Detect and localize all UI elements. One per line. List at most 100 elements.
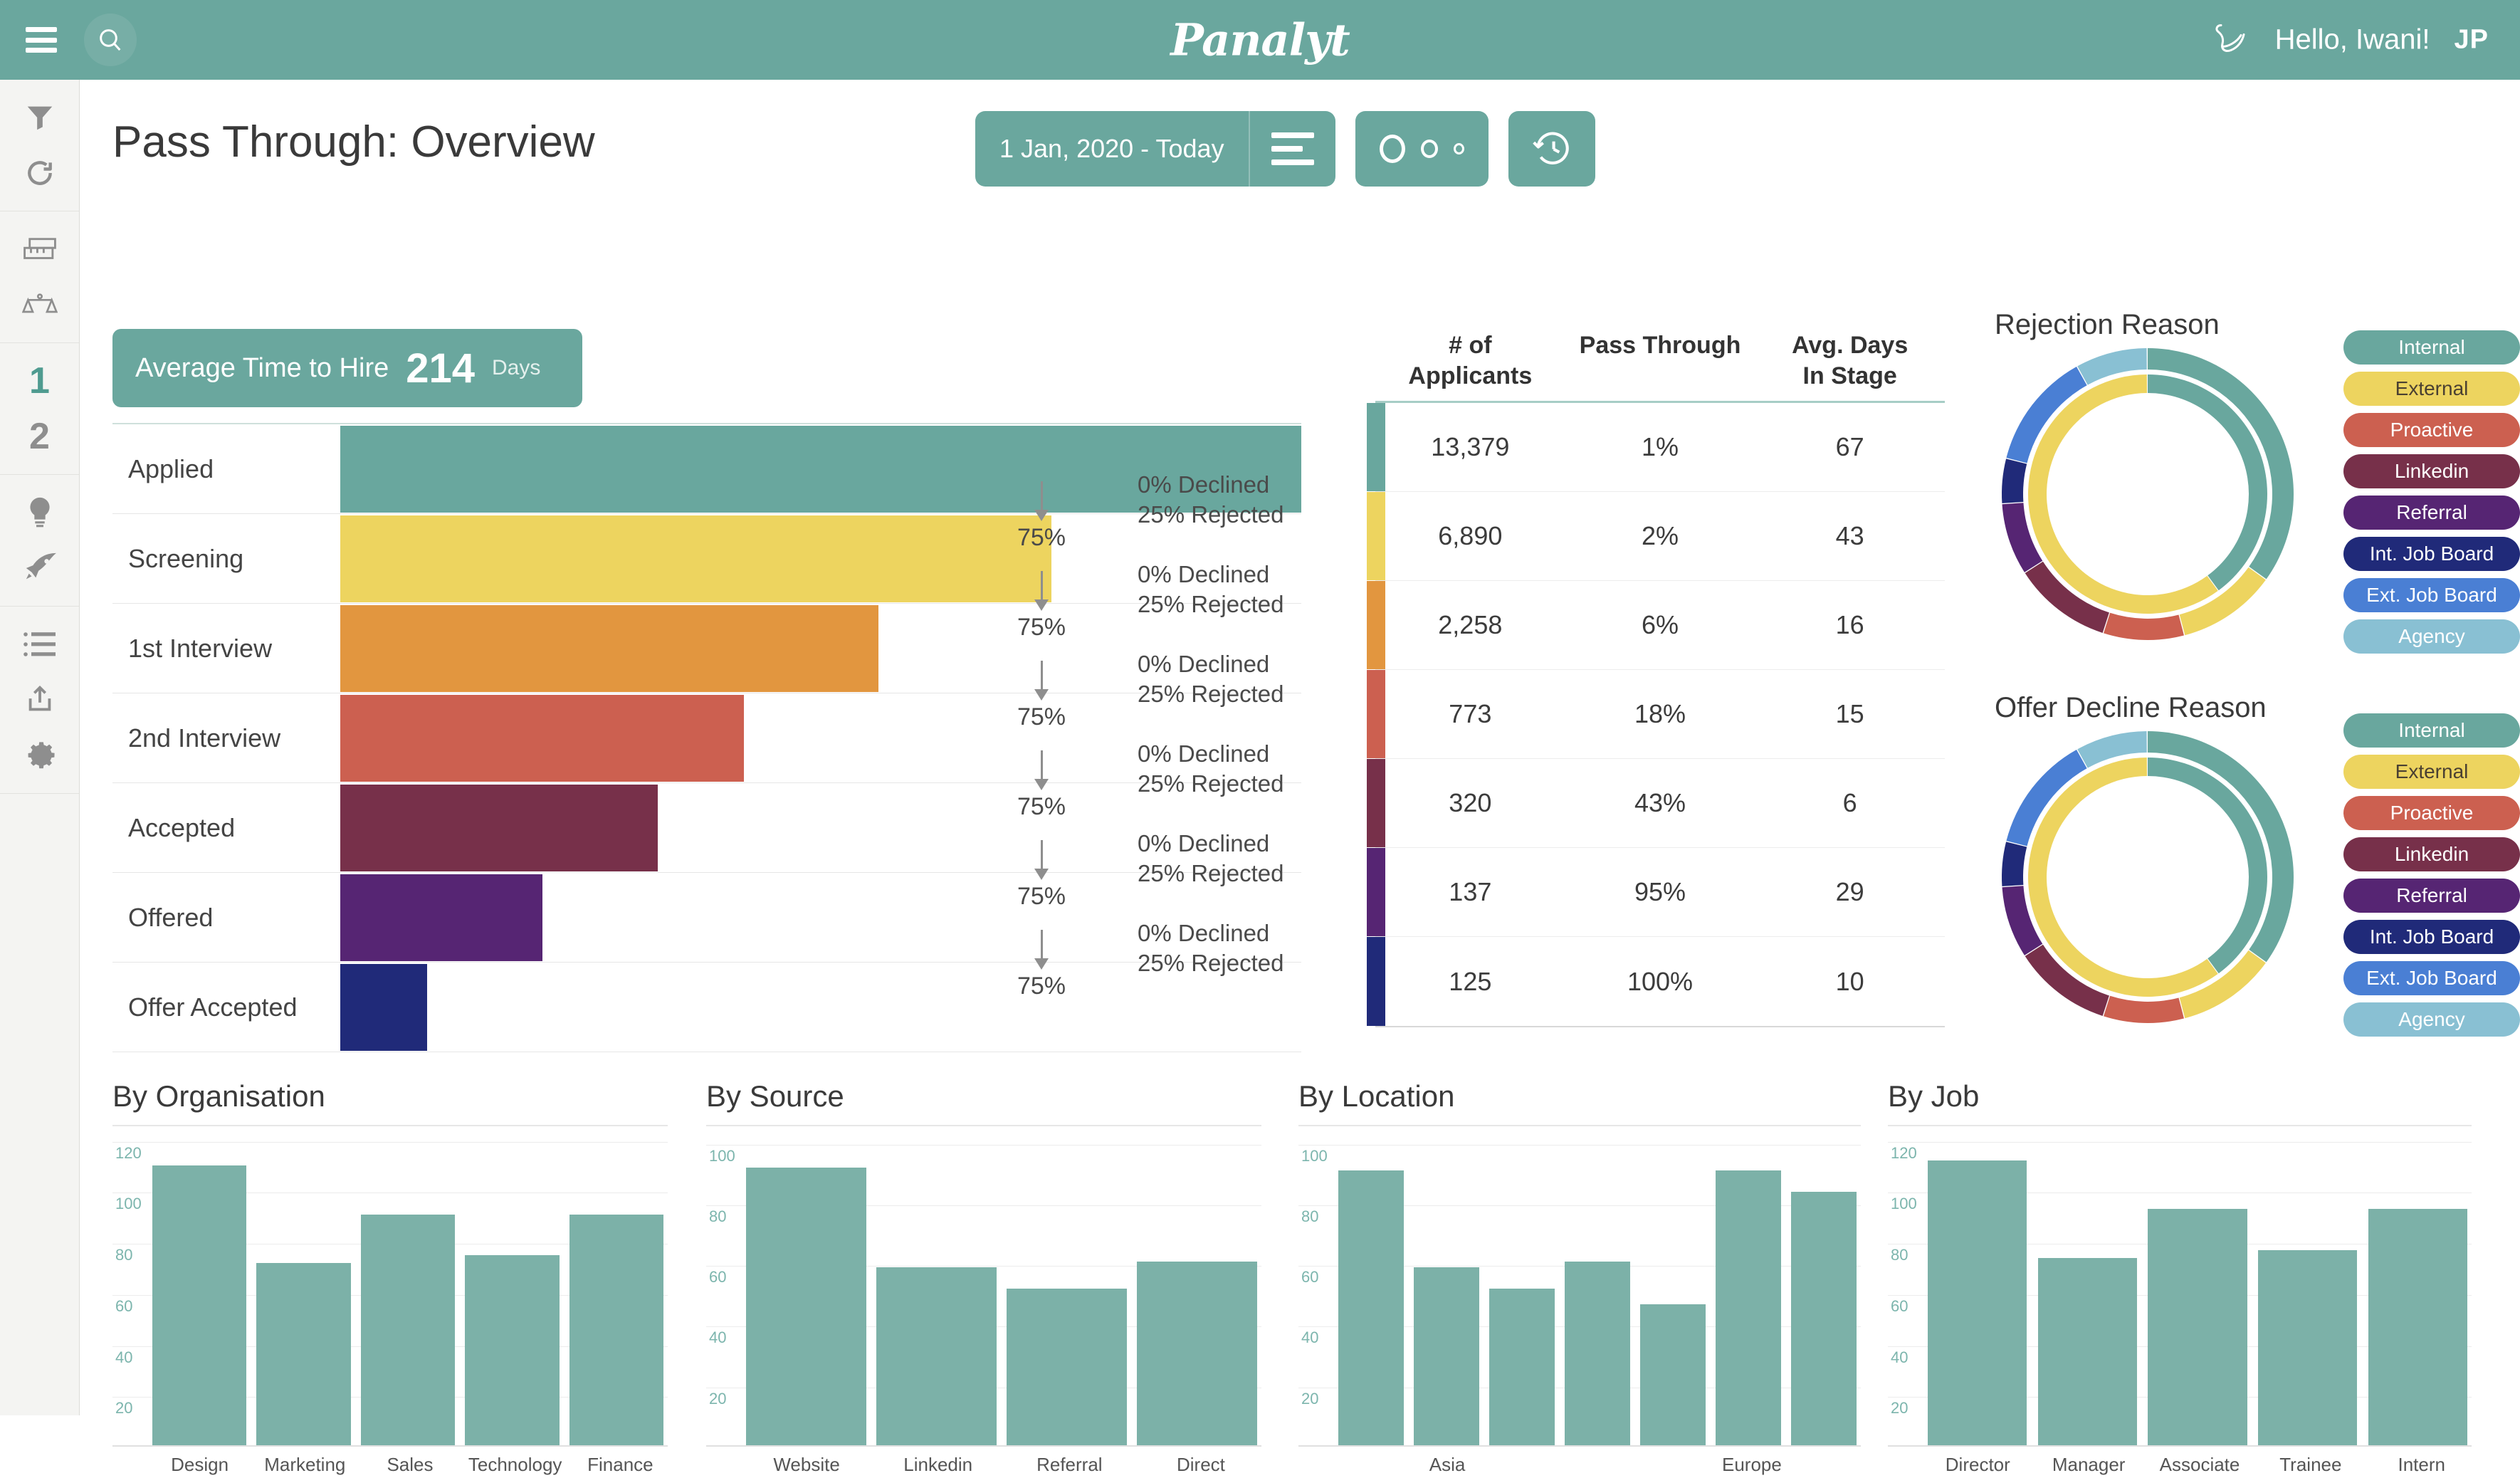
sidebar-item-scales[interactable]	[0, 277, 79, 332]
brand-logo: Panalyt	[0, 14, 2520, 66]
rejection-reason-donut	[1995, 341, 2301, 647]
legend-item[interactable]: Int. Job Board	[2343, 920, 2520, 954]
hamburger-menu-icon[interactable]	[26, 27, 57, 53]
funnel-dropoff-note: 0% Declined 25% Rejected	[1138, 470, 1283, 530]
cell-pass-through: 1%	[1641, 432, 1679, 461]
legend-item[interactable]: Int. Job Board	[2343, 537, 2520, 571]
table-row[interactable]: 6,890 2% 43	[1367, 492, 1945, 581]
bar[interactable]	[2368, 1209, 2467, 1447]
funnel-bar[interactable]	[340, 604, 878, 692]
sidebar-item-view-one[interactable]: 1	[0, 353, 79, 409]
rejected-text: 25% Rejected	[1138, 860, 1284, 887]
legend-item[interactable]: Referral	[2343, 879, 2520, 913]
kpi-value: 214	[406, 345, 476, 392]
legend-item[interactable]: Proactive	[2343, 413, 2520, 447]
legend-item[interactable]: Linkedin	[2343, 837, 2520, 871]
bar[interactable]	[1007, 1289, 1127, 1447]
sidebar-item-view-two[interactable]: 2	[0, 409, 79, 464]
filter-lines-icon[interactable]	[1250, 132, 1335, 165]
table-row[interactable]: 125 100% 10	[1367, 937, 1945, 1026]
kpi-label: Average Time to Hire	[135, 352, 389, 383]
header-line-2: In Stage	[1802, 362, 1897, 389]
funnel-bar[interactable]	[340, 874, 542, 961]
sidebar-item-settings[interactable]	[0, 728, 79, 783]
legend-item[interactable]: Agency	[2343, 1002, 2520, 1037]
x-axis-label	[1795, 1454, 1861, 1476]
table-row[interactable]: 2,258 6% 16	[1367, 581, 1945, 670]
language-switch[interactable]: JP	[2455, 25, 2489, 56]
funnel-bar[interactable]	[340, 515, 1051, 602]
bar[interactable]	[465, 1254, 560, 1447]
rejection-reason-chart: Rejection Reason	[1995, 309, 2301, 647]
sidebar-item-ruler[interactable]	[0, 221, 79, 277]
bar[interactable]	[1137, 1261, 1258, 1447]
bar[interactable]	[1928, 1160, 2027, 1447]
donut-slice[interactable]	[2104, 995, 2184, 1023]
sidebar-item-export[interactable]	[0, 672, 79, 728]
x-axis-line	[1298, 1445, 1861, 1447]
bar[interactable]	[2257, 1249, 2358, 1447]
donut-slice[interactable]	[2104, 612, 2184, 640]
legend-item[interactable]: Ext. Job Board	[2343, 578, 2520, 612]
sidebar-item-insights[interactable]	[0, 485, 79, 540]
bar[interactable]	[1565, 1261, 1630, 1447]
y-axis-tick: 20	[115, 1399, 133, 1417]
legend-label: Linkedin	[2394, 843, 2469, 865]
x-axis-label: Director	[1945, 1454, 2010, 1475]
bar[interactable]	[1716, 1170, 1781, 1447]
table-row[interactable]: 137 95% 29	[1367, 848, 1945, 937]
y-axis-tick: 80	[115, 1246, 133, 1264]
search-icon[interactable]	[84, 14, 137, 66]
bar[interactable]	[256, 1262, 351, 1447]
bar[interactable]	[1791, 1191, 1857, 1447]
bar[interactable]	[1338, 1170, 1404, 1447]
legend-item[interactable]: External	[2343, 372, 2520, 406]
bar[interactable]	[2148, 1209, 2247, 1447]
donut-slice[interactable]	[2028, 758, 2218, 997]
offer-decline-reason-legend: Internal External Proactive Linkedin Referra…	[2343, 713, 2520, 1037]
sidebar-item-refresh[interactable]	[0, 145, 79, 201]
bar[interactable]	[1414, 1267, 1479, 1447]
funnel-bar[interactable]	[340, 694, 744, 782]
legend-item[interactable]: Linkedin	[2343, 454, 2520, 488]
cell-pass-through: 2%	[1641, 521, 1679, 550]
bar[interactable]	[1640, 1304, 1706, 1447]
bar[interactable]	[746, 1167, 866, 1447]
funnel-dropoff-note: 0% Declined 25% Rejected	[1138, 649, 1283, 709]
donut-slice[interactable]	[2002, 458, 2027, 503]
donut-slice[interactable]	[2002, 842, 2027, 886]
sidebar-item-filter[interactable]	[0, 90, 79, 145]
legend-item[interactable]: Agency	[2343, 619, 2520, 654]
legend-item[interactable]: Referral	[2343, 496, 2520, 530]
legend-item[interactable]: Ext. Job Board	[2343, 961, 2520, 995]
legend-item[interactable]: Internal	[2343, 713, 2520, 748]
legend-item[interactable]: Internal	[2343, 330, 2520, 365]
y-axis-tick: 60	[115, 1296, 133, 1315]
table-row[interactable]: 13,379 1% 67	[1367, 403, 1945, 492]
cell-avg-days: 29	[1835, 877, 1864, 906]
legend-item[interactable]: Proactive	[2343, 796, 2520, 830]
declined-text: 0% Declined	[1138, 740, 1270, 767]
funnel-bar[interactable]	[340, 963, 427, 1051]
legend-item[interactable]: External	[2343, 755, 2520, 789]
table-row[interactable]: 320 43% 6	[1367, 759, 1945, 848]
donut-slice[interactable]	[2028, 374, 2218, 614]
history-button[interactable]	[1508, 111, 1595, 187]
bar[interactable]	[569, 1214, 663, 1447]
cell-pass-through: 95%	[1634, 877, 1686, 906]
sidebar-item-rocket[interactable]	[0, 540, 79, 596]
bar[interactable]	[152, 1165, 247, 1447]
y-axis-tick: 100	[709, 1146, 735, 1165]
date-range-picker[interactable]: 1 Jan, 2020 - Today	[975, 111, 1335, 187]
bar[interactable]	[1489, 1289, 1555, 1447]
funnel-bar[interactable]	[340, 784, 658, 871]
bubble-size-button[interactable]	[1355, 111, 1489, 187]
bar[interactable]	[2037, 1257, 2138, 1447]
chart-plot-area: 20 40 60 80 100	[706, 1125, 1261, 1447]
bar[interactable]	[360, 1214, 456, 1447]
history-clock-icon	[1508, 127, 1595, 171]
table-row[interactable]: 773 18% 15	[1367, 670, 1945, 759]
bar[interactable]	[876, 1267, 997, 1447]
sidebar-item-list[interactable]	[0, 617, 79, 672]
legend-label: Int. Job Board	[2369, 543, 2494, 565]
